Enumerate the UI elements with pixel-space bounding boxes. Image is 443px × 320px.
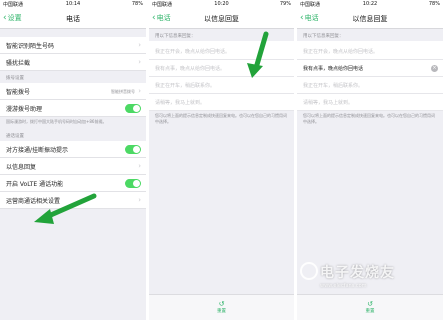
reply-field-4[interactable]: 请稍等，我马上就到。	[297, 94, 443, 112]
row-vibrate-on-connect: 对方接通/挂断振动提示	[0, 141, 146, 159]
bottom-bar: ↺ 重置	[297, 294, 443, 320]
row-label: 开启 VoLTE 通话功能	[6, 180, 64, 188]
section-header: 用以下信息来回复：	[303, 34, 344, 39]
nav-bar: ‹ 电话 以信息回复	[149, 9, 294, 29]
page-title: 以信息回复	[204, 15, 239, 23]
clock: 10:14	[65, 1, 81, 7]
vibrate-toggle[interactable]	[125, 145, 141, 155]
row-label: 智能识别陌生号码	[6, 42, 55, 50]
section-footnote: 国际漫游时，拨打中国大陆手机号码时自动加+86前缀。	[6, 119, 107, 125]
status-bar: 中国联通 10:14 78%	[0, 0, 146, 9]
reply-text: 我正在开车，稍后联系你。	[303, 82, 364, 89]
annotation-arrow-icon	[247, 31, 269, 78]
row-label: 漫游拨号助理	[6, 105, 43, 113]
reset-label: 重置	[365, 309, 375, 314]
watermark-title: 电子发烧友	[320, 265, 395, 281]
battery-level: 78%	[131, 1, 143, 7]
row-smart-identify[interactable]: 智能识别陌生号码 ›	[0, 37, 146, 54]
reply-text: 我正在开会，晚点从给你回电话。	[303, 48, 379, 55]
phone-settings-panel: 中国联通 10:14 78% ‹ 设置 电话 智能识别陌生号码 › 骚扰拦截 › 拨号…	[0, 0, 146, 320]
reply-field-1[interactable]: 我正在开会，晚点从给你回电话。	[149, 43, 294, 61]
reset-icon: ↺	[367, 300, 373, 308]
row-label: 对方接通/挂断振动提示	[6, 146, 69, 154]
reply-text: 请稍等，我马上就到。	[155, 99, 206, 106]
roaming-toggle[interactable]	[125, 104, 141, 114]
clock: 10:20	[214, 1, 229, 7]
annotation-arrow-icon	[34, 193, 97, 224]
page-title: 电话	[66, 15, 80, 23]
section-header: 通话设置	[6, 133, 24, 139]
reply-field-2[interactable]: 我有点事，晚点从给你回电话。	[149, 60, 294, 78]
row-label: 智能拨号	[6, 88, 31, 96]
nav-bar: ‹ 设置 电话	[0, 9, 146, 29]
reset-icon: ↺	[218, 300, 225, 308]
chevron-right-icon: ›	[138, 87, 141, 96]
clock: 10:22	[362, 1, 378, 7]
section-header: 用以下信息来回复：	[155, 34, 196, 39]
chevron-right-icon: ›	[138, 196, 141, 205]
watermark: 电子发烧友 www.elecfans.com	[320, 262, 395, 289]
reply-text: 我正在开会，晚点从给你回电话。	[155, 48, 231, 55]
page-title: 以信息回复	[352, 15, 388, 23]
chevron-right-icon: ›	[138, 162, 141, 171]
row-value: 智能拼音拨号	[111, 89, 135, 95]
battery-level: 79%	[279, 1, 291, 7]
reset-button[interactable]: ↺ 重置	[149, 300, 294, 314]
watermark-url: www.elecfans.com	[320, 283, 367, 289]
reset-button[interactable]: ↺ 重置	[297, 300, 443, 314]
row-harassment-block[interactable]: 骚扰拦截 ›	[0, 54, 146, 71]
reply-with-message-panel: 中国联通 10:20 79% ‹ 电话 以信息回复 用以下信息来回复： 我正在开会…	[149, 0, 294, 320]
section-footnote: 您可以将上面的提示信息定制成快速回复来电。也可以在您自己的习惯用词中选择。	[303, 113, 435, 124]
clear-icon[interactable]: ×	[431, 65, 438, 73]
row-label: 以信息回复	[6, 163, 37, 171]
reset-label: 重置	[217, 309, 226, 314]
status-bar: 中国联通 10:22 78%	[297, 0, 443, 9]
reply-text: 我有点事，晚点给你回电话	[303, 65, 364, 72]
row-label: 骚扰拦截	[6, 59, 31, 67]
battery-level: 78%	[428, 1, 440, 7]
reply-field-2-editing[interactable]: 我有点事，晚点给你回电话 ×	[297, 60, 443, 78]
reply-text: 我正在开车，稍后联系你。	[155, 82, 216, 89]
volte-toggle[interactable]	[125, 179, 141, 189]
nav-bar: ‹ 电话 以信息回复	[297, 9, 443, 29]
section-footnote: 您可以将上面的提示信息定制成快速回复来电。也可以在您自己的习惯用词中选择。	[155, 113, 287, 124]
row-smart-dial[interactable]: 智能拨号 智能拼音拨号 ›	[0, 83, 146, 101]
row-roaming-assistant: 漫游拨号助理	[0, 100, 146, 118]
reply-field-3[interactable]: 我正在开车，稍后联系你。	[149, 77, 294, 95]
reply-field-3[interactable]: 我正在开车，稍后联系你。	[297, 77, 443, 95]
reply-text: 我有点事，晚点从给你回电话。	[155, 65, 226, 72]
reply-field-4[interactable]: 请稍等，我马上就到。	[149, 94, 294, 112]
chevron-right-icon: ›	[138, 58, 141, 66]
status-bar: 中国联通 10:20 79%	[149, 0, 294, 9]
chevron-right-icon: ›	[138, 41, 141, 49]
watermark-logo-icon	[300, 262, 318, 280]
row-reply-with-message[interactable]: 以信息回复 ›	[0, 158, 146, 176]
reply-field-1[interactable]: 我正在开会，晚点从给你回电话。	[297, 43, 443, 61]
section-header: 拨号设置	[6, 76, 24, 81]
bottom-bar: ↺ 重置	[149, 294, 294, 320]
reply-text: 请稍等，我马上就到。	[303, 99, 354, 106]
